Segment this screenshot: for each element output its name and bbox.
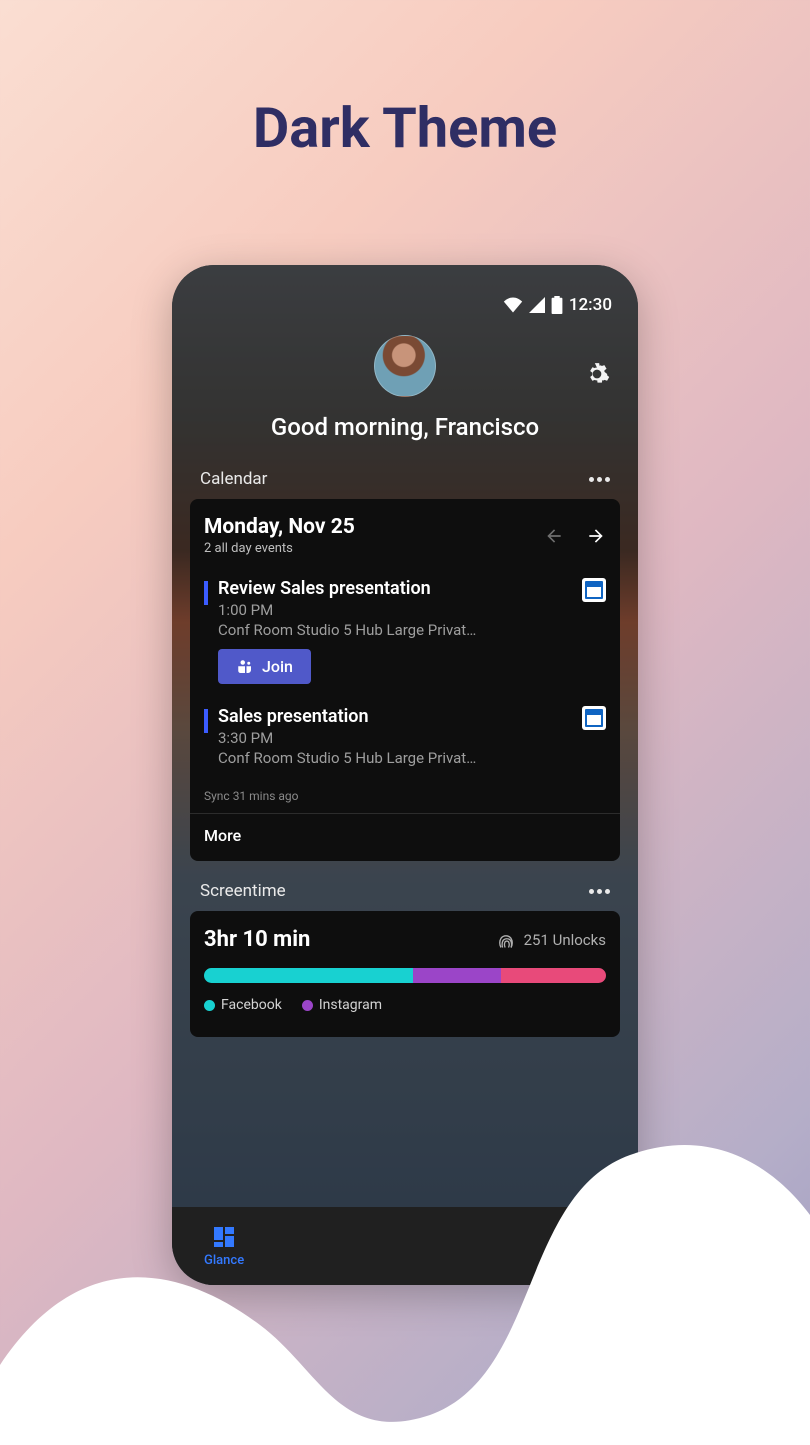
screentime-bar bbox=[204, 968, 606, 983]
signal-icon bbox=[529, 297, 545, 313]
event-location: Conf Room Studio 5 Hub Large Privat… bbox=[218, 621, 606, 639]
bar-segment-other bbox=[501, 968, 606, 983]
status-bar: 12:30 bbox=[190, 295, 620, 315]
screentime-card: 3hr 10 min 251 Unlocks Facebook Instagra… bbox=[190, 911, 620, 1037]
outlook-icon bbox=[582, 706, 606, 730]
teams-icon bbox=[236, 658, 254, 676]
bar-segment-instagram bbox=[413, 968, 501, 983]
event-location: Conf Room Studio 5 Hub Large Privat… bbox=[218, 749, 606, 767]
status-time: 12:30 bbox=[569, 295, 612, 315]
event-time: 1:00 PM bbox=[218, 601, 606, 619]
event-accent-bar bbox=[204, 581, 208, 605]
calendar-section-label: Calendar bbox=[200, 469, 267, 489]
bar-segment-facebook bbox=[204, 968, 413, 983]
event-title: Review Sales presentation bbox=[218, 578, 606, 599]
legend-instagram: Instagram bbox=[302, 997, 382, 1013]
phone-frame: 12:30 Good morning, Francisco Calendar M… bbox=[172, 265, 638, 1285]
calendar-card: Monday, Nov 25 2 all day events Review S… bbox=[190, 499, 620, 861]
sync-status: Sync 31 mins ago bbox=[204, 789, 606, 803]
calendar-subtext: 2 all day events bbox=[204, 541, 355, 556]
calendar-date: Monday, Nov 25 bbox=[204, 515, 355, 539]
calendar-overflow-icon[interactable] bbox=[589, 477, 610, 482]
outlook-icon bbox=[582, 578, 606, 602]
legend-facebook: Facebook bbox=[204, 997, 282, 1013]
event-accent-bar bbox=[204, 709, 208, 733]
promo-title: Dark Theme bbox=[0, 0, 810, 161]
arrow-right-icon[interactable] bbox=[586, 526, 606, 546]
arrow-left-icon[interactable] bbox=[544, 526, 564, 546]
unlocks-label: 251 Unlocks bbox=[496, 929, 606, 951]
screentime-section-label: Screentime bbox=[200, 881, 286, 901]
avatar[interactable] bbox=[374, 335, 436, 397]
greeting: Good morning, Francisco bbox=[190, 413, 620, 441]
join-button-label: Join bbox=[262, 657, 293, 676]
gear-icon[interactable] bbox=[584, 361, 610, 387]
join-button[interactable]: Join bbox=[218, 649, 311, 684]
battery-icon bbox=[551, 296, 563, 314]
more-button[interactable]: More bbox=[204, 814, 606, 845]
fingerprint-icon bbox=[496, 929, 516, 951]
screentime-overflow-icon[interactable] bbox=[589, 889, 610, 894]
wifi-icon bbox=[503, 297, 523, 313]
screentime-total: 3hr 10 min bbox=[204, 927, 310, 952]
event-title: Sales presentation bbox=[218, 706, 606, 727]
calendar-event[interactable]: Sales presentation 3:30 PM Conf Room Stu… bbox=[204, 706, 606, 767]
calendar-event[interactable]: Review Sales presentation 1:00 PM Conf R… bbox=[204, 578, 606, 684]
event-time: 3:30 PM bbox=[218, 729, 606, 747]
